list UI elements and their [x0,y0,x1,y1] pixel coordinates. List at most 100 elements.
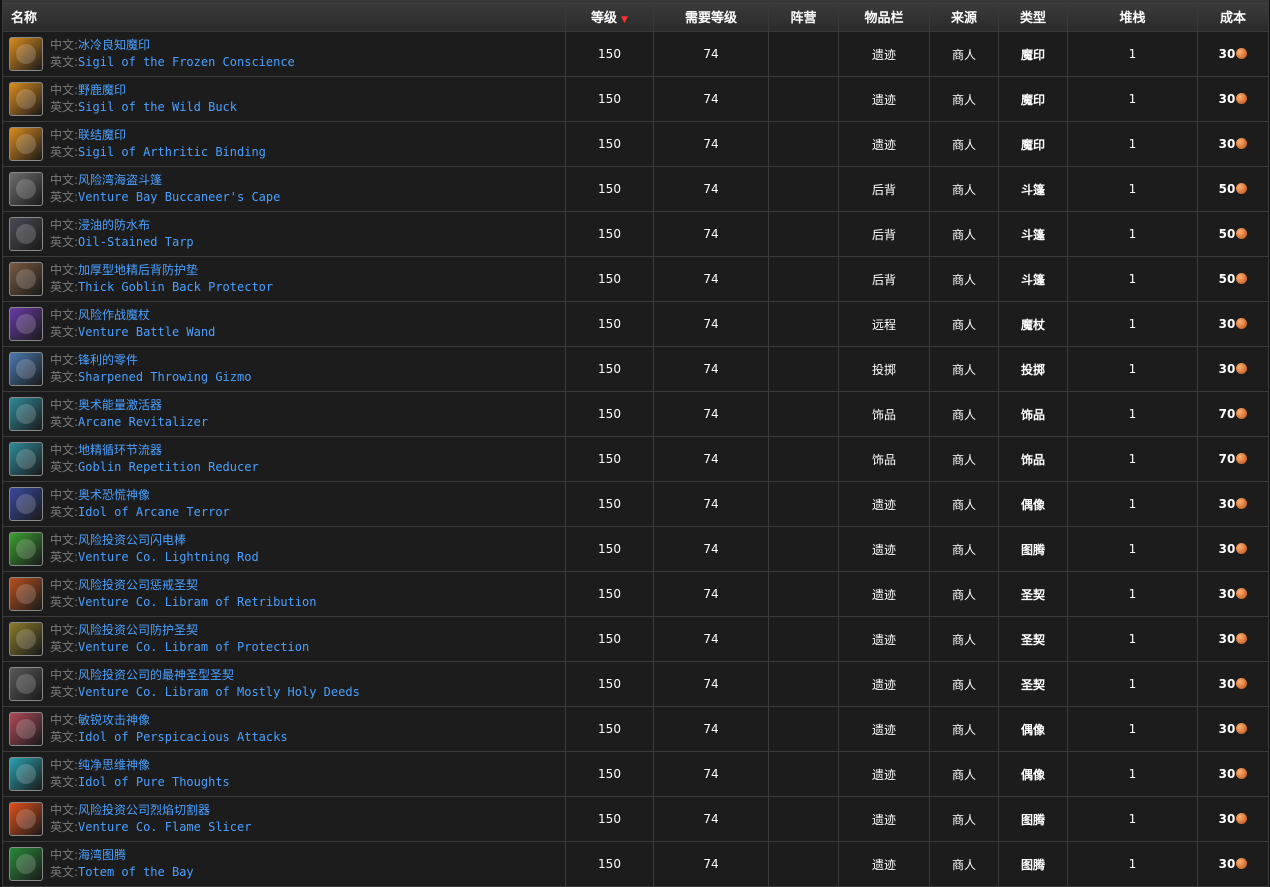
col-header-type[interactable]: 类型 [998,0,1068,32]
item-link-zh[interactable]: 风险投资公司烈焰切割器 [78,803,210,817]
item-link-zh[interactable]: 风险湾海盗斗篷 [78,173,162,187]
req-level-cell: 74 [653,751,769,797]
slot-cell: 遗迹 [838,841,930,887]
item-link-en[interactable]: Venture Battle Wand [78,325,215,339]
item-link-en[interactable]: Sigil of Arthritic Binding [78,145,266,159]
item-link-zh[interactable]: 地精循环节流器 [78,443,162,457]
en-label: 英文: [50,280,79,294]
slot-cell: 遗迹 [838,706,930,752]
totem-icon[interactable] [9,802,43,836]
cost-cell: 30 [1197,526,1269,572]
item-name-cell: 中文:敏锐攻击神像 英文:Idol of Perspicacious Attack… [2,706,566,752]
cloak-icon[interactable] [9,262,43,296]
item-link-zh[interactable]: 风险投资公司闪电棒 [78,533,186,547]
currency-icon [1236,678,1248,689]
item-link-zh[interactable]: 浸油的防水布 [78,218,150,232]
totem-icon[interactable] [9,532,43,566]
sigil-icon[interactable] [9,37,43,71]
faction-cell [768,751,839,797]
item-link-zh[interactable]: 敏锐攻击神像 [78,713,150,727]
cloak-icon[interactable] [9,172,43,206]
cost-value: 50 [1218,227,1236,241]
item-link-en[interactable]: Idol of Arcane Terror [78,505,230,519]
col-header-level[interactable]: 等级 ▼ [565,0,654,32]
item-link-en[interactable]: Oil-Stained Tarp [78,235,194,249]
sigil-icon[interactable] [9,127,43,161]
item-name-cell: 中文:风险作战魔杖 英文:Venture Battle Wand [2,301,566,347]
item-link-zh[interactable]: 海湾图腾 [78,848,126,862]
cost-cell: 30 [1197,31,1269,77]
item-link-zh[interactable]: 奥术能量激活器 [78,398,162,412]
cost-value: 30 [1218,677,1236,691]
table-row: 中文:风险投资公司闪电棒 英文:Venture Co. Lightning Rod… [2,526,1269,572]
col-header-req-level[interactable]: 需要等级 [653,0,769,32]
libram-icon[interactable] [9,622,43,656]
item-link-en[interactable]: Arcane Revitalizer [78,415,208,429]
idol-icon[interactable] [9,712,43,746]
item-link-en[interactable]: Idol of Perspicacious Attacks [78,730,288,744]
faction-cell [768,661,839,707]
item-link-en[interactable]: Venture Co. Flame Slicer [78,820,251,834]
item-link-en[interactable]: Goblin Repetition Reducer [78,460,259,474]
item-link-zh[interactable]: 奥术恐慌神像 [78,488,150,502]
item-link-en[interactable]: Venture Co. Libram of Mostly Holy Deeds [78,685,360,699]
wand-icon[interactable] [9,307,43,341]
level-cell: 150 [565,391,654,437]
slot-cell: 遗迹 [838,76,930,122]
level-cell: 150 [565,256,654,302]
item-link-zh[interactable]: 风险作战魔杖 [78,308,150,322]
en-label: 英文: [50,145,79,159]
type-cell: 斗篷 [998,166,1068,212]
item-link-zh[interactable]: 风险投资公司的最神圣型圣契 [78,668,234,682]
cloak-icon[interactable] [9,217,43,251]
item-link-en[interactable]: Venture Co. Lightning Rod [78,550,259,564]
item-link-zh[interactable]: 联结魔印 [78,128,126,142]
en-label: 英文: [50,775,79,789]
item-link-en[interactable]: Venture Bay Buccaneer's Cape [78,190,280,204]
item-link-en[interactable]: Venture Co. Libram of Retribution [78,595,316,609]
trinket-icon[interactable] [9,397,43,431]
item-link-en[interactable]: Totem of the Bay [78,865,194,879]
item-link-zh[interactable]: 锋利的零件 [78,353,138,367]
slot-cell: 遗迹 [838,796,930,842]
table-row: 中文:风险投资公司防护圣契 英文:Venture Co. Libram of Pr… [2,616,1269,662]
item-link-en[interactable]: Sharpened Throwing Gizmo [78,370,251,384]
col-header-source[interactable]: 来源 [929,0,999,32]
item-link-zh[interactable]: 风险投资公司惩戒圣契 [78,578,198,592]
totem-icon[interactable] [9,847,43,881]
libram-icon[interactable] [9,577,43,611]
type-cell: 斗篷 [998,211,1068,257]
col-header-cost[interactable]: 成本 [1197,0,1269,32]
item-name-cell: 中文:野鹿魔印 英文:Sigil of the Wild Buck [2,76,566,122]
item-link-zh[interactable]: 加厚型地精后背防护垫 [78,263,198,277]
idol-icon[interactable] [9,757,43,791]
idol-icon[interactable] [9,487,43,521]
stack-cell: 1 [1067,391,1198,437]
item-link-zh[interactable]: 冰冷良知魔印 [78,38,150,52]
req-level-cell: 74 [653,436,769,482]
col-header-name[interactable]: 名称 [2,0,566,32]
throwing-icon[interactable] [9,352,43,386]
item-link-zh[interactable]: 纯净思维神像 [78,758,150,772]
type-cell: 投掷 [998,346,1068,392]
item-link-en[interactable]: Sigil of the Wild Buck [78,100,237,114]
item-link-en[interactable]: Sigil of the Frozen Conscience [78,55,295,69]
sigil-icon[interactable] [9,82,43,116]
type-cell: 饰品 [998,436,1068,482]
item-link-zh[interactable]: 风险投资公司防护圣契 [78,623,198,637]
col-header-stack[interactable]: 堆栈 [1067,0,1198,32]
table-row: 中文:浸油的防水布 英文:Oil-Stained Tarp 150 74 后背 商人 斗篷 1… [2,211,1269,257]
col-header-faction[interactable]: 阵营 [768,0,839,32]
source-cell: 商人 [929,706,999,752]
currency-icon [1236,633,1248,644]
col-header-slot[interactable]: 物品栏 [838,0,930,32]
item-link-en[interactable]: Idol of Pure Thoughts [78,775,230,789]
slot-cell: 远程 [838,301,930,347]
libram-icon[interactable] [9,667,43,701]
trinket-icon[interactable] [9,442,43,476]
item-link-en[interactable]: Thick Goblin Back Protector [78,280,273,294]
zh-label: 中文: [50,38,79,52]
level-cell: 150 [565,31,654,77]
item-link-zh[interactable]: 野鹿魔印 [78,83,126,97]
item-link-en[interactable]: Venture Co. Libram of Protection [78,640,309,654]
